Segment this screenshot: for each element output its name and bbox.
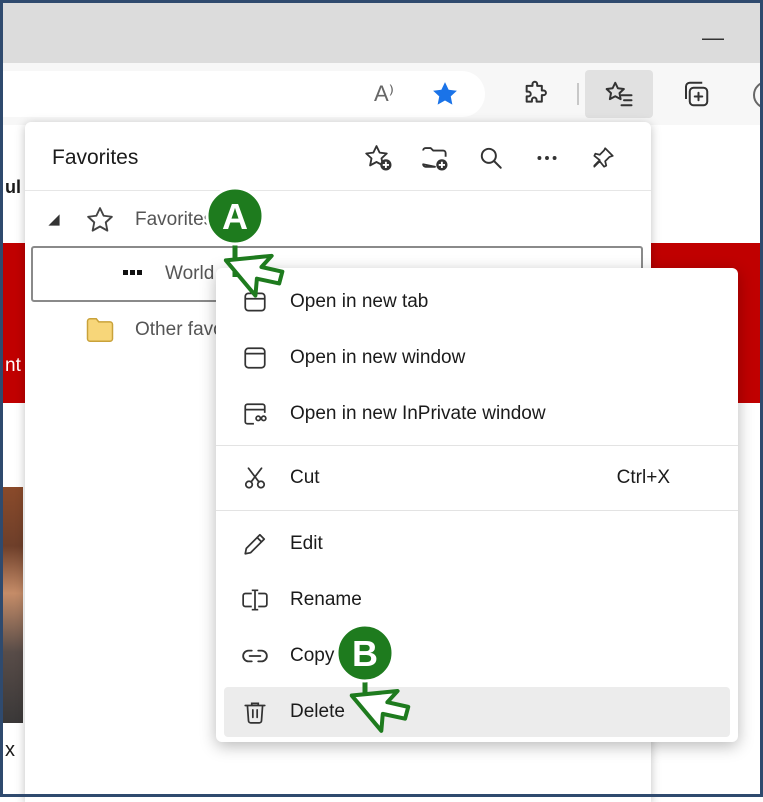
favorite-star-icon[interactable] [428, 77, 462, 111]
menu-item-cut[interactable]: Cut Ctrl+X [224, 453, 730, 503]
menu-item-rename[interactable]: Rename [224, 575, 730, 625]
menu-item-label: Cut [290, 467, 320, 488]
menu-item-label: Rename [290, 589, 362, 610]
page-text-fragment-bottom: x [5, 739, 15, 761]
tree-item-favorites-bar[interactable]: Favorites bar [25, 195, 651, 245]
read-aloud-icon[interactable]: A⁾ [368, 79, 400, 109]
menu-item-open-new-window[interactable]: Open in new window [224, 333, 730, 383]
menu-item-label: Open in new tab [290, 291, 429, 312]
add-folder-icon[interactable] [417, 140, 453, 176]
profile-icon[interactable] [753, 81, 763, 109]
menu-item-open-inprivate[interactable]: Open in new InPrivate window [224, 389, 730, 439]
callout-letter: B [352, 633, 378, 674]
extensions-icon[interactable] [519, 77, 553, 111]
link-icon [240, 641, 270, 671]
expand-triangle-icon[interactable] [47, 213, 61, 227]
article-image[interactable] [3, 487, 23, 723]
toolbar-separator [577, 83, 579, 105]
menu-item-open-new-tab[interactable]: Open in new tab [224, 277, 730, 327]
menu-item-shortcut: Ctrl+X [616, 467, 670, 488]
rename-icon [240, 585, 270, 615]
pencil-icon [240, 529, 270, 559]
browser-toolbar: A⁾ [3, 63, 763, 125]
callout-letter: A [222, 196, 248, 237]
minimize-button[interactable]: — [702, 25, 724, 51]
menu-item-label: Open in new window [290, 347, 466, 368]
banner-text-fragment: nt [5, 355, 21, 376]
scissors-icon [240, 463, 270, 493]
collections-icon[interactable] [679, 77, 713, 111]
menu-item-label: Open in new InPrivate window [290, 403, 546, 424]
panel-actions [361, 140, 621, 176]
page-text-fragment: ul [5, 177, 21, 197]
menu-item-edit[interactable]: Edit [224, 519, 730, 569]
context-menu: Open in new tab Open in new window Open … [216, 268, 738, 742]
callout-a-annotation: A [205, 186, 285, 298]
pin-icon[interactable] [585, 140, 621, 176]
menu-item-label: Edit [290, 533, 323, 554]
star-outline-icon [87, 207, 113, 232]
new-window-icon [240, 343, 270, 373]
favorites-hub-button[interactable] [585, 70, 653, 118]
trash-icon [240, 697, 270, 727]
callout-b-annotation: B [335, 623, 411, 733]
menu-divider [216, 445, 738, 446]
inprivate-window-icon [240, 399, 270, 429]
more-icon[interactable] [529, 140, 565, 176]
add-favorite-icon[interactable] [361, 140, 397, 176]
menu-item-delete[interactable]: Delete [224, 687, 730, 737]
panel-title: Favorites [52, 146, 139, 169]
folder-icon [86, 318, 114, 342]
title-bar: — [3, 3, 760, 63]
panel-divider [25, 190, 651, 191]
site-favicon-icon [119, 259, 145, 285]
menu-divider [216, 510, 738, 511]
search-icon[interactable] [473, 140, 509, 176]
address-bar[interactable] [3, 71, 485, 117]
menu-item-copy[interactable]: Copy [224, 631, 730, 681]
